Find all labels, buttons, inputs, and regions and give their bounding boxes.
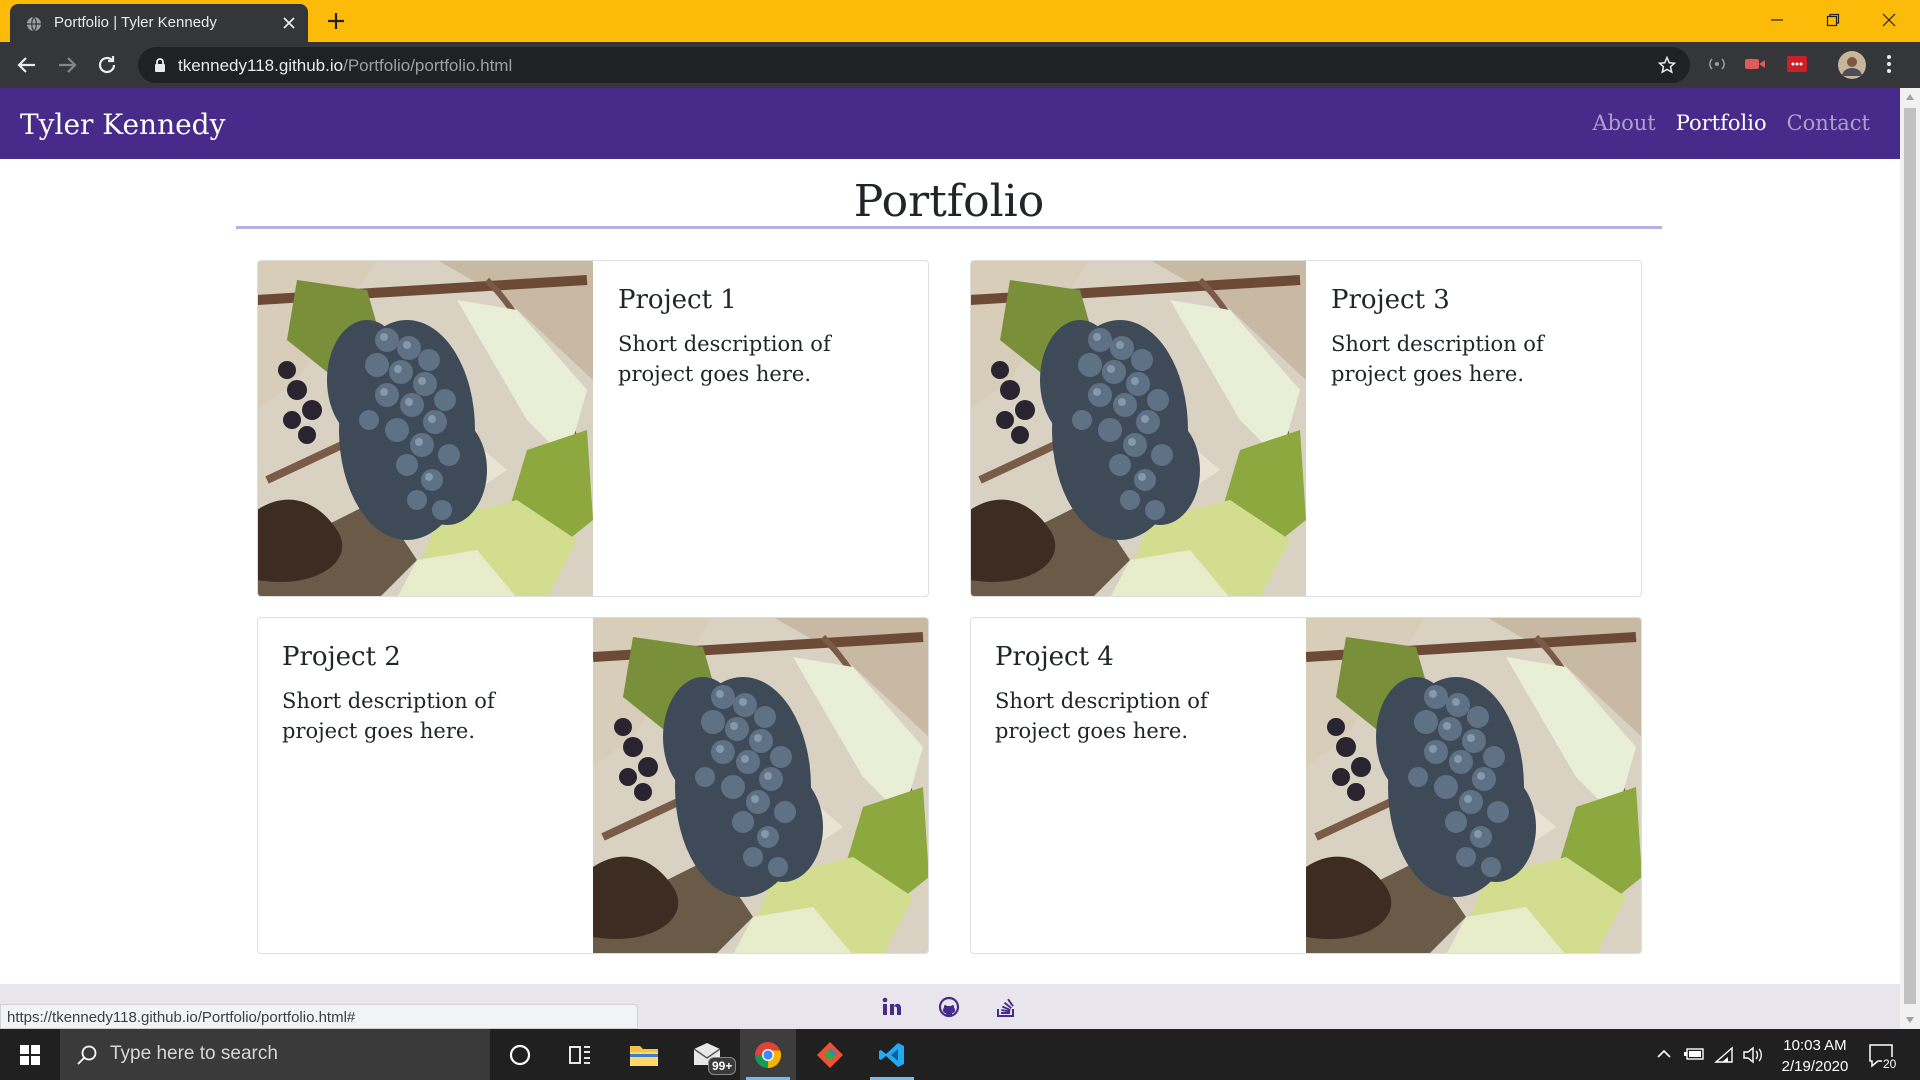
forward-arrow-icon[interactable] — [56, 54, 78, 76]
title-divider — [236, 226, 1662, 229]
minimize-window-button[interactable] — [1754, 6, 1800, 34]
url-host: tkennedy118.github.io — [178, 56, 344, 75]
back-arrow-icon[interactable] — [16, 54, 38, 76]
clock-date[interactable]: 2/19/2020 — [1770, 1058, 1860, 1075]
page-title: Portfolio — [853, 176, 1045, 227]
new-tab-icon[interactable] — [326, 11, 346, 31]
project-2-image[interactable] — [593, 617, 929, 954]
folder-icon — [630, 1046, 658, 1066]
github-icon[interactable] — [938, 996, 960, 1018]
stackoverflow-icon[interactable] — [995, 996, 1017, 1018]
nav-link-contact[interactable]: Contact — [1787, 111, 1870, 135]
show-hidden-icons-chevron-icon[interactable] — [1656, 1046, 1672, 1062]
chrome-taskbar-button[interactable] — [740, 1029, 796, 1080]
project-3-description: Short description of project goes here. — [1331, 332, 1544, 386]
mail-unread-badge: 99+ — [708, 1057, 737, 1075]
tab-title: Portfolio | Tyler Kennedy — [54, 14, 217, 31]
close-tab-icon[interactable] — [282, 16, 296, 30]
site-brand[interactable]: Tyler Kennedy — [20, 108, 225, 141]
grapes-photo — [257, 260, 593, 597]
bookmark-star-icon[interactable] — [1658, 56, 1676, 74]
cortana-button[interactable] — [492, 1029, 548, 1080]
battery-icon[interactable] — [1684, 1046, 1706, 1062]
project-2-description: Short description of project goes here. — [282, 689, 495, 743]
project-card-1: Project 1 Short description of project g… — [257, 260, 929, 597]
browser-tab-strip: Portfolio | Tyler Kennedy — [0, 0, 1920, 42]
project-3-body: Project 3 Short description of project g… — [1307, 261, 1637, 413]
mail-button[interactable]: 99+ — [678, 1029, 737, 1080]
close-icon — [1882, 13, 1896, 27]
restore-icon — [1826, 13, 1840, 27]
address-bar[interactable]: tkennedy118.github.io/Portfolio/portfoli… — [138, 47, 1690, 83]
project-4-body: Project 4 Short description of project g… — [971, 618, 1301, 770]
grapes-photo — [1306, 617, 1642, 954]
close-window-button[interactable] — [1866, 6, 1912, 34]
project-3-image[interactable] — [970, 260, 1306, 597]
scrollbar-thumb[interactable] — [1904, 108, 1916, 1004]
url-text[interactable]: tkennedy118.github.io/Portfolio/portfoli… — [178, 56, 512, 76]
project-1-image[interactable] — [257, 260, 593, 597]
scroll-down-arrow-icon[interactable] — [1906, 1017, 1914, 1023]
search-icon — [77, 1045, 97, 1065]
project-2-title: Project 2 — [282, 642, 401, 672]
browser-toolbar: tkennedy118.github.io/Portfolio/portfoli… — [0, 42, 1920, 88]
cast-extension-icon[interactable] — [1708, 54, 1726, 74]
project-3-title: Project 3 — [1331, 285, 1450, 315]
wifi-icon[interactable] — [1714, 1046, 1734, 1064]
link-status-bubble: https://tkennedy118.github.io/Portfolio/… — [0, 1004, 638, 1029]
search-placeholder: Type here to search — [110, 1043, 278, 1064]
project-4-image[interactable] — [1306, 617, 1642, 954]
url-path: /Portfolio/portfolio.html — [343, 56, 513, 75]
gitkraken-taskbar-button[interactable] — [802, 1029, 858, 1080]
project-card-2: Project 2 Short description of project g… — [257, 617, 929, 954]
chrome-icon — [755, 1042, 782, 1069]
lastpass-extension-icon[interactable] — [1786, 54, 1808, 74]
project-4-title: Project 4 — [995, 642, 1114, 672]
record-extension-icon[interactable] — [1744, 54, 1766, 74]
grapes-photo — [593, 617, 929, 954]
project-card-4: Project 4 Short description of project g… — [970, 617, 1642, 954]
start-button[interactable] — [0, 1029, 60, 1080]
project-1-description: Short description of project goes here. — [618, 332, 831, 386]
project-1-body: Project 1 Short description of project g… — [594, 261, 924, 413]
notification-count: 20 — [1882, 1057, 1898, 1071]
nav-link-about[interactable]: About — [1592, 111, 1655, 135]
task-view-button[interactable] — [552, 1029, 608, 1080]
minimize-icon — [1771, 19, 1783, 21]
volume-icon[interactable] — [1742, 1046, 1764, 1064]
lock-icon[interactable] — [154, 58, 166, 72]
site-nav-links: About Portfolio Contact — [1592, 111, 1870, 135]
file-explorer-button[interactable] — [615, 1029, 671, 1080]
project-card-3: Project 3 Short description of project g… — [970, 260, 1642, 597]
grapes-photo — [970, 260, 1306, 597]
globe-icon — [27, 16, 41, 32]
reload-icon[interactable] — [96, 54, 118, 76]
project-4-description: Short description of project goes here. — [995, 689, 1208, 743]
linkedin-icon[interactable] — [881, 996, 903, 1018]
cortana-circle-icon — [509, 1044, 531, 1066]
windows-taskbar: Type here to search 99+ 10:03 AM 2/19/20… — [0, 1029, 1920, 1080]
page-viewport: Tyler Kennedy About Portfolio Contact Po… — [0, 88, 1900, 1029]
vscode-icon — [879, 1043, 904, 1067]
browser-tab-active[interactable]: Portfolio | Tyler Kennedy — [10, 4, 308, 42]
vscode-taskbar-button[interactable] — [864, 1029, 920, 1080]
task-view-icon — [569, 1046, 590, 1064]
taskbar-search-box[interactable]: Type here to search — [60, 1029, 490, 1080]
page-scrollbar[interactable] — [1900, 88, 1920, 1029]
clock-time[interactable]: 10:03 AM — [1770, 1037, 1860, 1054]
scroll-up-arrow-icon[interactable] — [1906, 94, 1914, 100]
restore-window-button[interactable] — [1810, 6, 1856, 34]
windows-logo-icon — [20, 1045, 40, 1065]
project-2-body: Project 2 Short description of project g… — [258, 618, 588, 770]
nav-link-portfolio[interactable]: Portfolio — [1676, 111, 1767, 135]
project-1-title: Project 1 — [618, 285, 737, 315]
git-diamond-icon — [817, 1042, 843, 1068]
chrome-menu-icon[interactable] — [1886, 54, 1892, 74]
site-navbar: Tyler Kennedy About Portfolio Contact — [0, 88, 1900, 159]
profile-avatar-icon[interactable] — [1838, 51, 1866, 79]
